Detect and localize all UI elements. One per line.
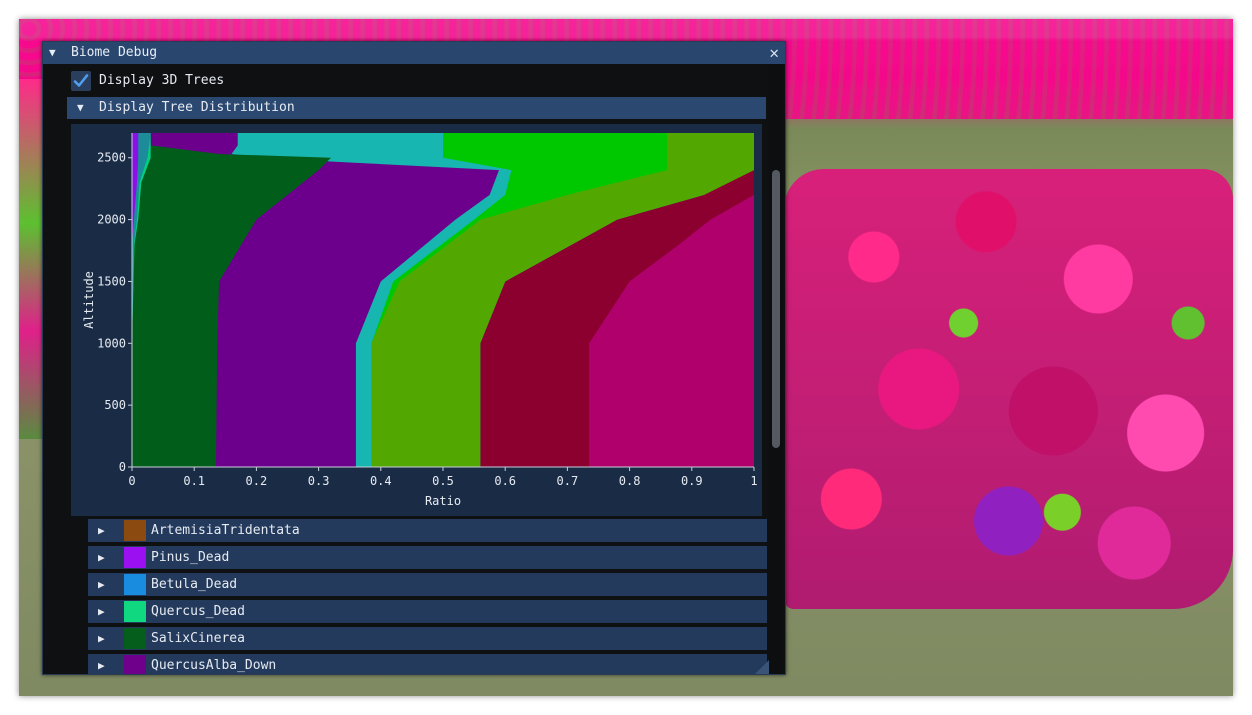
species-name: ArtemisiaTridentata <box>151 523 300 538</box>
biome-debug-window[interactable]: ▼ Biome Debug ✕ Display 3D Trees ▼ Displ… <box>42 41 786 675</box>
species-color-swatch <box>124 628 146 649</box>
distribution-chart: 0 0.1 0.2 0.3 0.4 0.5 0.6 0.7 0.8 0.9 1 0 500 1000 150… <box>82 133 758 508</box>
window-titlebar[interactable]: ▼ Biome Debug ✕ <box>43 42 785 64</box>
species-row[interactable]: ▶ Pinus_Dead <box>88 546 767 569</box>
species-name: Betula_Dead <box>151 577 238 592</box>
species-row[interactable]: ▶ Quercus_Dead <box>88 600 767 623</box>
checkbox-label: Display 3D Trees <box>99 73 225 88</box>
x-tick-label: 0 <box>128 474 135 488</box>
x-tick-label: 0.4 <box>370 474 392 488</box>
distribution-plot: 0 0.1 0.2 0.3 0.4 0.5 0.6 0.7 0.8 0.9 1 0 500 1000 150… <box>71 124 762 516</box>
x-tick-label: 0.5 <box>432 474 454 488</box>
y-tick-label: 1500 <box>97 274 126 288</box>
expand-triangle-icon[interactable]: ▶ <box>98 600 105 623</box>
species-name: QuercusAlba_Down <box>151 658 277 673</box>
tree-distribution-header[interactable]: ▼ Display Tree Distribution <box>67 97 766 119</box>
species-row[interactable]: ▶ QuercusAlba_Down <box>88 654 767 674</box>
collapse-triangle-icon[interactable]: ▼ <box>49 42 56 64</box>
species-color-swatch <box>124 520 146 541</box>
x-tick-label: 0.6 <box>494 474 516 488</box>
x-tick-label: 1 <box>750 474 757 488</box>
species-row[interactable]: ▶ Betula_Dead <box>88 573 767 596</box>
expand-triangle-icon[interactable]: ▶ <box>98 519 105 542</box>
y-axis-label: Altitude <box>82 271 96 329</box>
species-color-swatch <box>124 547 146 568</box>
species-name: SalixCinerea <box>151 631 245 646</box>
x-tick-label: 0.7 <box>557 474 579 488</box>
x-tick-label: 0.2 <box>246 474 268 488</box>
species-color-swatch <box>124 601 146 622</box>
expand-triangle-icon[interactable]: ▶ <box>98 627 105 650</box>
tree-distribution-label: Display Tree Distribution <box>99 100 295 115</box>
expand-triangle-icon[interactable]: ▶ <box>98 654 105 674</box>
window-title: Biome Debug <box>71 45 158 60</box>
species-name: Quercus_Dead <box>151 604 245 619</box>
expand-triangle-icon[interactable]: ▶ <box>98 546 105 569</box>
x-tick-label: 0.8 <box>619 474 641 488</box>
expanded-triangle-icon: ▼ <box>77 101 84 114</box>
x-tick-label: 0.1 <box>183 474 205 488</box>
x-axis-label: Ratio <box>425 494 461 508</box>
debug-colored-forest <box>784 169 1233 609</box>
species-row[interactable]: ▶ ArtemisiaTridentata <box>88 519 767 542</box>
y-tick-label: 2500 <box>97 151 126 165</box>
checkbox[interactable] <box>71 71 91 91</box>
x-tick-label: 0.9 <box>681 474 703 488</box>
scrollbar[interactable] <box>769 64 783 674</box>
species-color-swatch <box>124 655 146 674</box>
y-tick-label: 500 <box>104 398 126 412</box>
scroll-thumb[interactable] <box>772 170 780 448</box>
resize-grip[interactable] <box>755 660 769 674</box>
expand-triangle-icon[interactable]: ▶ <box>98 573 105 596</box>
x-tick-label: 0.3 <box>308 474 330 488</box>
species-name: Pinus_Dead <box>151 550 230 565</box>
species-color-swatch <box>124 574 146 595</box>
y-tick-label: 0 <box>119 460 126 474</box>
species-row[interactable]: ▶ SalixCinerea <box>88 627 767 650</box>
close-icon[interactable]: ✕ <box>769 42 779 64</box>
check-icon <box>73 74 89 87</box>
y-tick-label: 2000 <box>97 213 126 227</box>
y-tick-label: 1000 <box>97 336 126 350</box>
